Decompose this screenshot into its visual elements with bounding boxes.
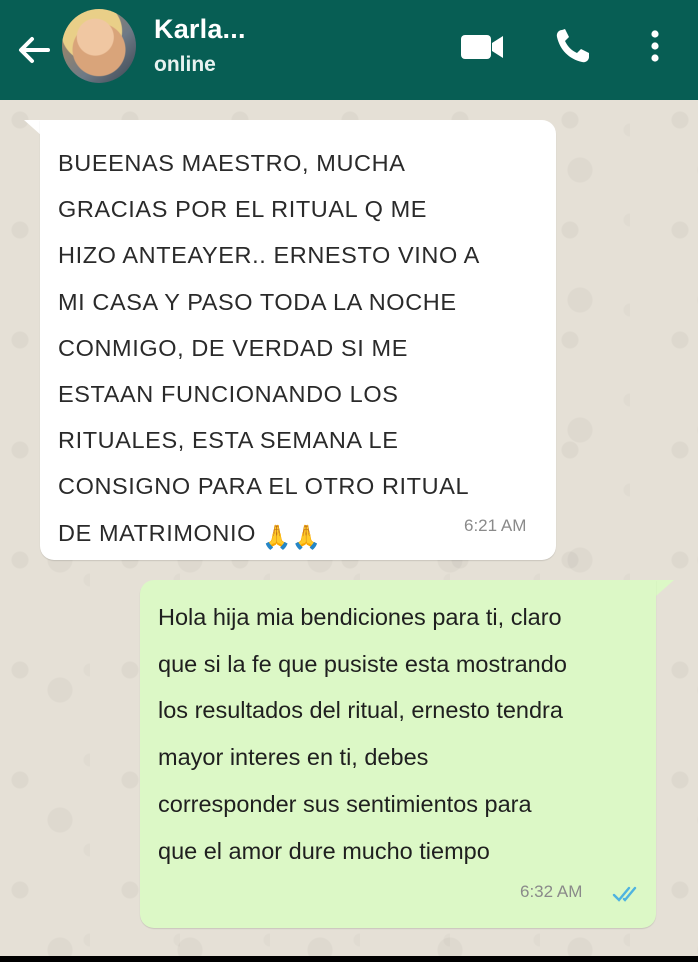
video-camera-icon[interactable]	[458, 26, 506, 66]
bottom-edge	[0, 956, 698, 962]
incoming-message-text: BUEENAS MAESTRO, MUCHA GRACIAS POR EL RI…	[58, 140, 548, 560]
outgoing-bubble-tail	[656, 580, 674, 596]
avatar[interactable]	[62, 9, 136, 83]
chat-screen: Karla... online BUEENAS MAESTRO, MUCHA G…	[0, 0, 698, 962]
outgoing-message-text: Hola hija mia bendiciones para ti, claro…	[158, 604, 567, 864]
pray-emoji: 🙏🙏	[261, 523, 322, 550]
outgoing-message-time: 6:32 AM	[520, 882, 583, 901]
chat-header: Karla... online	[0, 0, 698, 100]
contact-name[interactable]: Karla...	[154, 14, 246, 45]
outgoing-message-bubble[interactable]: Hola hija mia bendiciones para ti, claro…	[140, 580, 656, 928]
contact-status: online	[154, 53, 216, 76]
double-check-read-icon	[612, 886, 637, 902]
more-vertical-icon[interactable]	[642, 26, 668, 66]
incoming-message-body: BUEENAS MAESTRO, MUCHA GRACIAS POR EL RI…	[58, 150, 480, 546]
phone-icon[interactable]	[552, 26, 594, 66]
arrow-left-icon[interactable]	[14, 30, 54, 70]
incoming-message-bubble[interactable]: BUEENAS MAESTRO, MUCHA GRACIAS POR EL RI…	[40, 120, 556, 560]
incoming-message-time: 6:21 AM	[464, 516, 527, 535]
